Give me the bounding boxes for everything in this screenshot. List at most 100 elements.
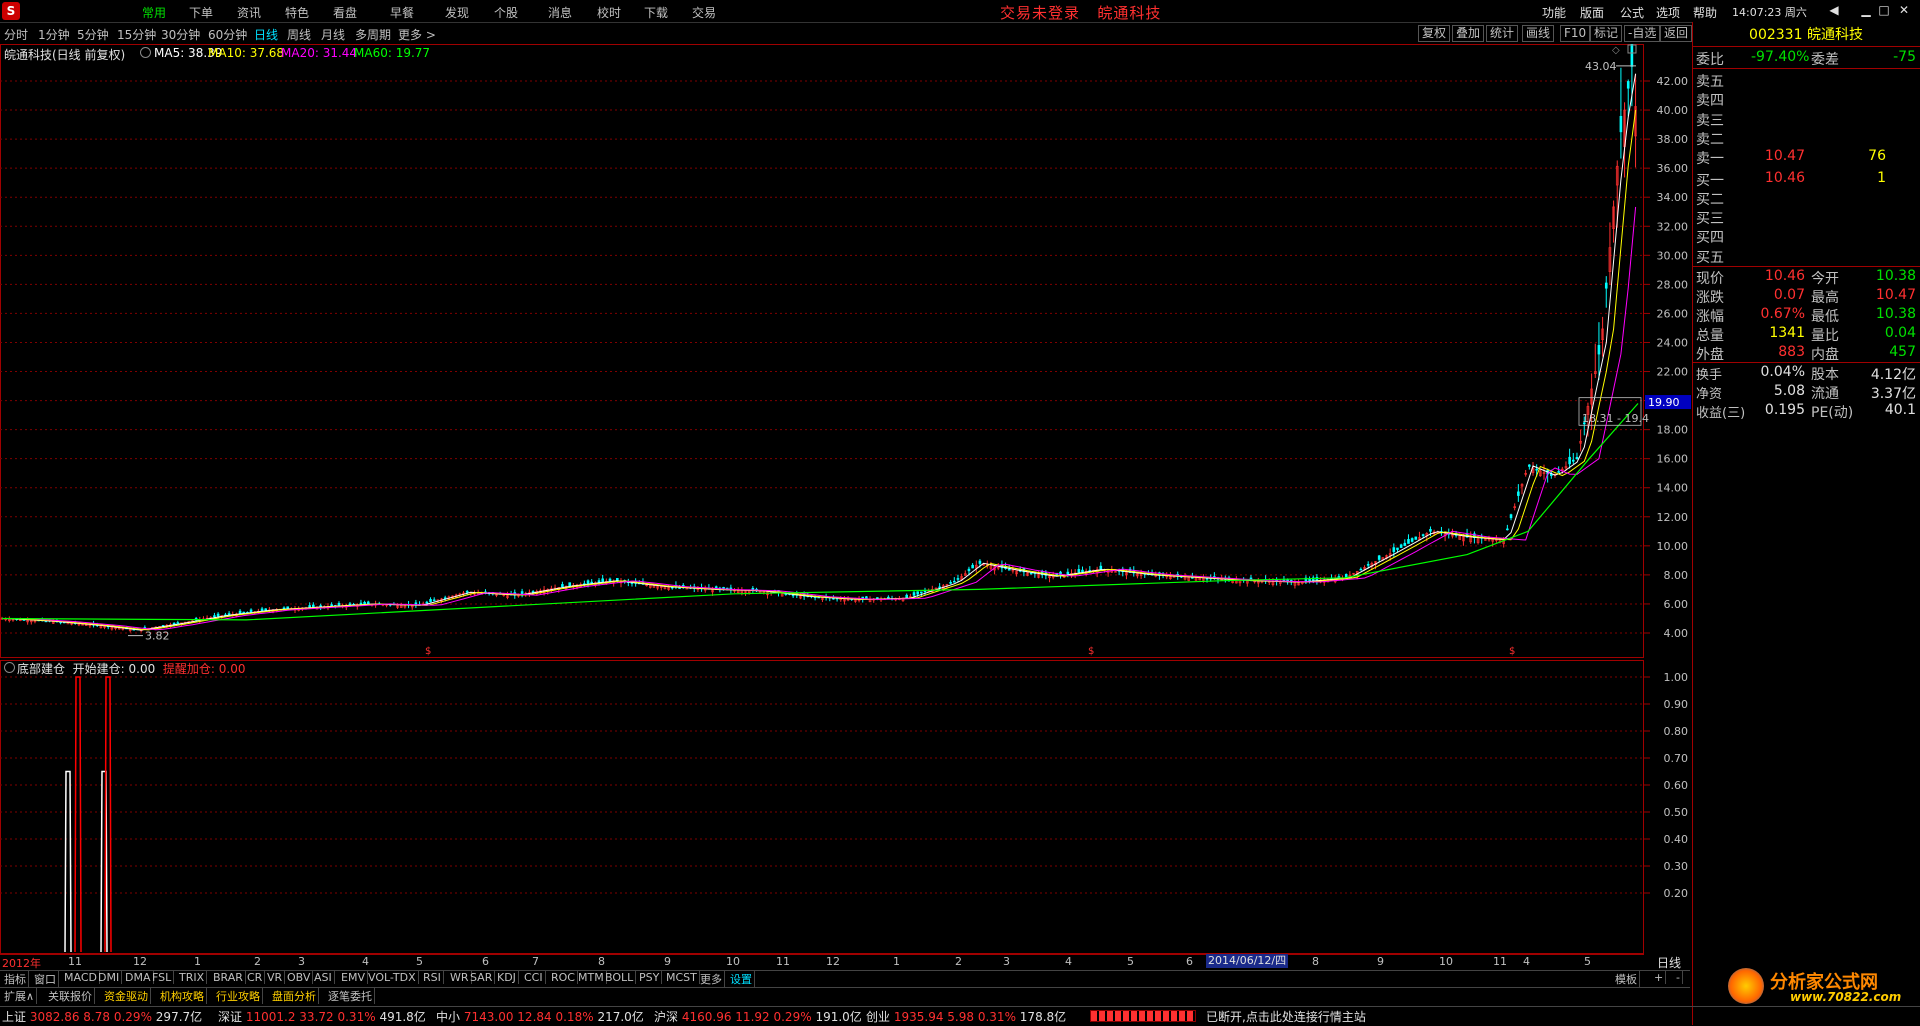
template-tab-1[interactable]: +: [1652, 971, 1667, 984]
indicator-tab-11[interactable]: ASI: [312, 971, 335, 984]
period-tab-1[interactable]: 1分钟: [38, 26, 70, 43]
function-tab-1[interactable]: 关联报价: [46, 988, 95, 1004]
menu-item-5[interactable]: 早餐: [390, 4, 414, 21]
candle-body: [1421, 534, 1425, 536]
indicator-tab-21[interactable]: BOLL: [603, 971, 637, 984]
menu-item-0[interactable]: 常用: [142, 4, 166, 21]
order-label: 卖三: [1696, 112, 1724, 129]
menu-item-4[interactable]: 看盘: [333, 4, 357, 21]
indicator-tab-0[interactable]: 指标: [2, 971, 29, 987]
period-tab-7[interactable]: 周线: [287, 26, 311, 43]
period-tab-2[interactable]: 5分钟: [77, 26, 109, 43]
function-tab-0[interactable]: 扩展∧: [2, 988, 38, 1004]
candle-body: [1066, 571, 1070, 575]
menu-item-6[interactable]: 发现: [445, 4, 469, 21]
tool-button-6[interactable]: -自选: [1624, 25, 1661, 42]
period-tab-3[interactable]: 15分钟: [117, 26, 156, 43]
kline-chart[interactable]: 42.00 40.00 38.00 36.00 34.00 32.00 30.00 28.00…: [0, 44, 1692, 658]
indicator-tab-12[interactable]: EMV: [339, 971, 368, 984]
order-volume: 76: [1868, 148, 1886, 165]
menu-item-2[interactable]: 资讯: [237, 4, 261, 21]
close-icon[interactable]: ✕: [1896, 2, 1912, 18]
sh-pct: 0.29%: [113, 1010, 152, 1024]
right-menu-item-3[interactable]: 选项: [1656, 4, 1680, 21]
function-tab-3[interactable]: 机构攻略: [158, 988, 207, 1004]
menu-item-10[interactable]: 下载: [644, 4, 668, 21]
status-index-cy[interactable]: 创业 1935.94 5.98 0.31% 178.8亿: [866, 1008, 1066, 1025]
function-tab-4[interactable]: 行业攻略: [214, 988, 263, 1004]
period-tab-8[interactable]: 月线: [321, 26, 345, 43]
indicator-tab-4[interactable]: DMA: [123, 971, 154, 984]
template-tab-0[interactable]: 模板: [1613, 971, 1640, 987]
period-tab-10[interactable]: 更多 >: [398, 26, 436, 43]
tool-button-3[interactable]: 画线: [1522, 25, 1555, 42]
indicator-tab-9[interactable]: VR: [265, 971, 286, 984]
status-index-hs[interactable]: 沪深 4160.96 11.92 0.29% 191.0亿: [654, 1008, 862, 1025]
indicator-tab-22[interactable]: PSY: [637, 971, 663, 984]
tool-button-7[interactable]: 返回: [1660, 25, 1693, 42]
tool-button-4[interactable]: F10: [1560, 25, 1591, 42]
indicator-tab-1[interactable]: 窗口: [32, 971, 59, 987]
indicator-tab-6[interactable]: TRIX: [177, 971, 208, 984]
indicator-tab-2[interactable]: MACD: [62, 971, 100, 984]
indicator-tab-23[interactable]: MCST: [664, 971, 700, 984]
period-tab-5[interactable]: 60分钟: [208, 26, 247, 43]
indicator-tab-19[interactable]: ROC: [549, 971, 578, 984]
menu-item-1[interactable]: 下单: [189, 4, 213, 21]
order-price: 10.47: [1764, 148, 1805, 165]
indicator-tab-25[interactable]: 设置: [728, 971, 755, 987]
app-logo-icon[interactable]: S: [2, 2, 20, 20]
login-status[interactable]: 交易未登录 皖通科技: [1000, 2, 1161, 23]
indicator-tab-14[interactable]: RSI: [421, 971, 444, 984]
period-tab-6[interactable]: 日线: [254, 26, 278, 43]
divider: [1692, 266, 1920, 267]
menu-item-11[interactable]: 交易: [692, 4, 716, 21]
menu-item-8[interactable]: 消息: [548, 4, 572, 21]
period-tab-9[interactable]: 多周期: [355, 26, 391, 43]
right-menu-item-4[interactable]: 帮助: [1693, 4, 1717, 21]
back-arrow-icon[interactable]: ◀: [1826, 2, 1842, 18]
ma5-line: [1, 73, 1637, 631]
split-marker-icon: $: [425, 646, 431, 657]
function-tab-2[interactable]: 资金驱动: [102, 988, 151, 1004]
tool-button-5[interactable]: 标记: [1590, 25, 1623, 42]
status-index-zx[interactable]: 中小 7143.00 12.84 0.18% 217.0亿: [436, 1008, 644, 1025]
stock-code: 002331: [1749, 27, 1803, 43]
template-tab-2[interactable]: -: [1674, 971, 1683, 984]
indicator-tab-24[interactable]: 更多: [698, 971, 725, 987]
period-tab-4[interactable]: 30分钟: [161, 26, 200, 43]
indicator-tab-10[interactable]: OBV: [285, 971, 314, 984]
indicator-tab-13[interactable]: VOL-TDX: [366, 971, 419, 984]
right-menu-item-1[interactable]: 版面: [1580, 4, 1604, 21]
tool-button-2[interactable]: 统计: [1486, 25, 1519, 42]
status-index-sh[interactable]: 上证 3082.86 8.78 0.29% 297.7亿: [2, 1008, 202, 1025]
indicator-tab-5[interactable]: FSL: [150, 971, 175, 984]
candle-body: [912, 592, 916, 596]
tool-button-0[interactable]: 复权: [1418, 25, 1451, 42]
indicator-tab-7[interactable]: BRAR: [211, 971, 246, 984]
candle-body: [429, 599, 432, 603]
right-menu-item-2[interactable]: 公式: [1620, 4, 1644, 21]
ma20-line: [2, 206, 1637, 631]
menu-item-3[interactable]: 特色: [285, 4, 309, 21]
function-tab-5[interactable]: 盘面分析: [270, 988, 319, 1004]
menu-item-9[interactable]: 校时: [597, 4, 621, 21]
status-index-sz[interactable]: 深证 11001.2 33.72 0.31% 491.8亿: [218, 1008, 426, 1025]
time-label-18: 4: [1065, 955, 1072, 968]
period-tab-0[interactable]: 分时: [4, 26, 28, 43]
maximize-icon[interactable]: □: [1876, 2, 1892, 18]
minimize-icon[interactable]: ▁: [1858, 2, 1874, 18]
indicator-tab-16[interactable]: SAR: [468, 971, 496, 984]
function-tab-6[interactable]: 逐笔委托: [326, 988, 375, 1004]
indicator-tab-17[interactable]: KDJ: [495, 971, 519, 984]
right-menu-item-0[interactable]: 功能: [1542, 4, 1566, 21]
candle-body: [1517, 491, 1520, 496]
tool-button-1[interactable]: 叠加: [1452, 25, 1485, 42]
order-row: 买二: [1696, 189, 1916, 208]
indicator-tab-18[interactable]: CCI: [522, 971, 546, 984]
indicator-chart[interactable]: 1.00 0.90 0.80 0.70 0.60 0.50 0.40 0.30 0.20: [0, 660, 1692, 954]
indicator-tab-3[interactable]: DMI: [96, 971, 123, 984]
connection-status[interactable]: 已断开,点击此处连接行情主站: [1206, 1008, 1366, 1025]
menu-item-7[interactable]: 个股: [494, 4, 518, 21]
indicator-tab-8[interactable]: CR: [245, 971, 266, 984]
